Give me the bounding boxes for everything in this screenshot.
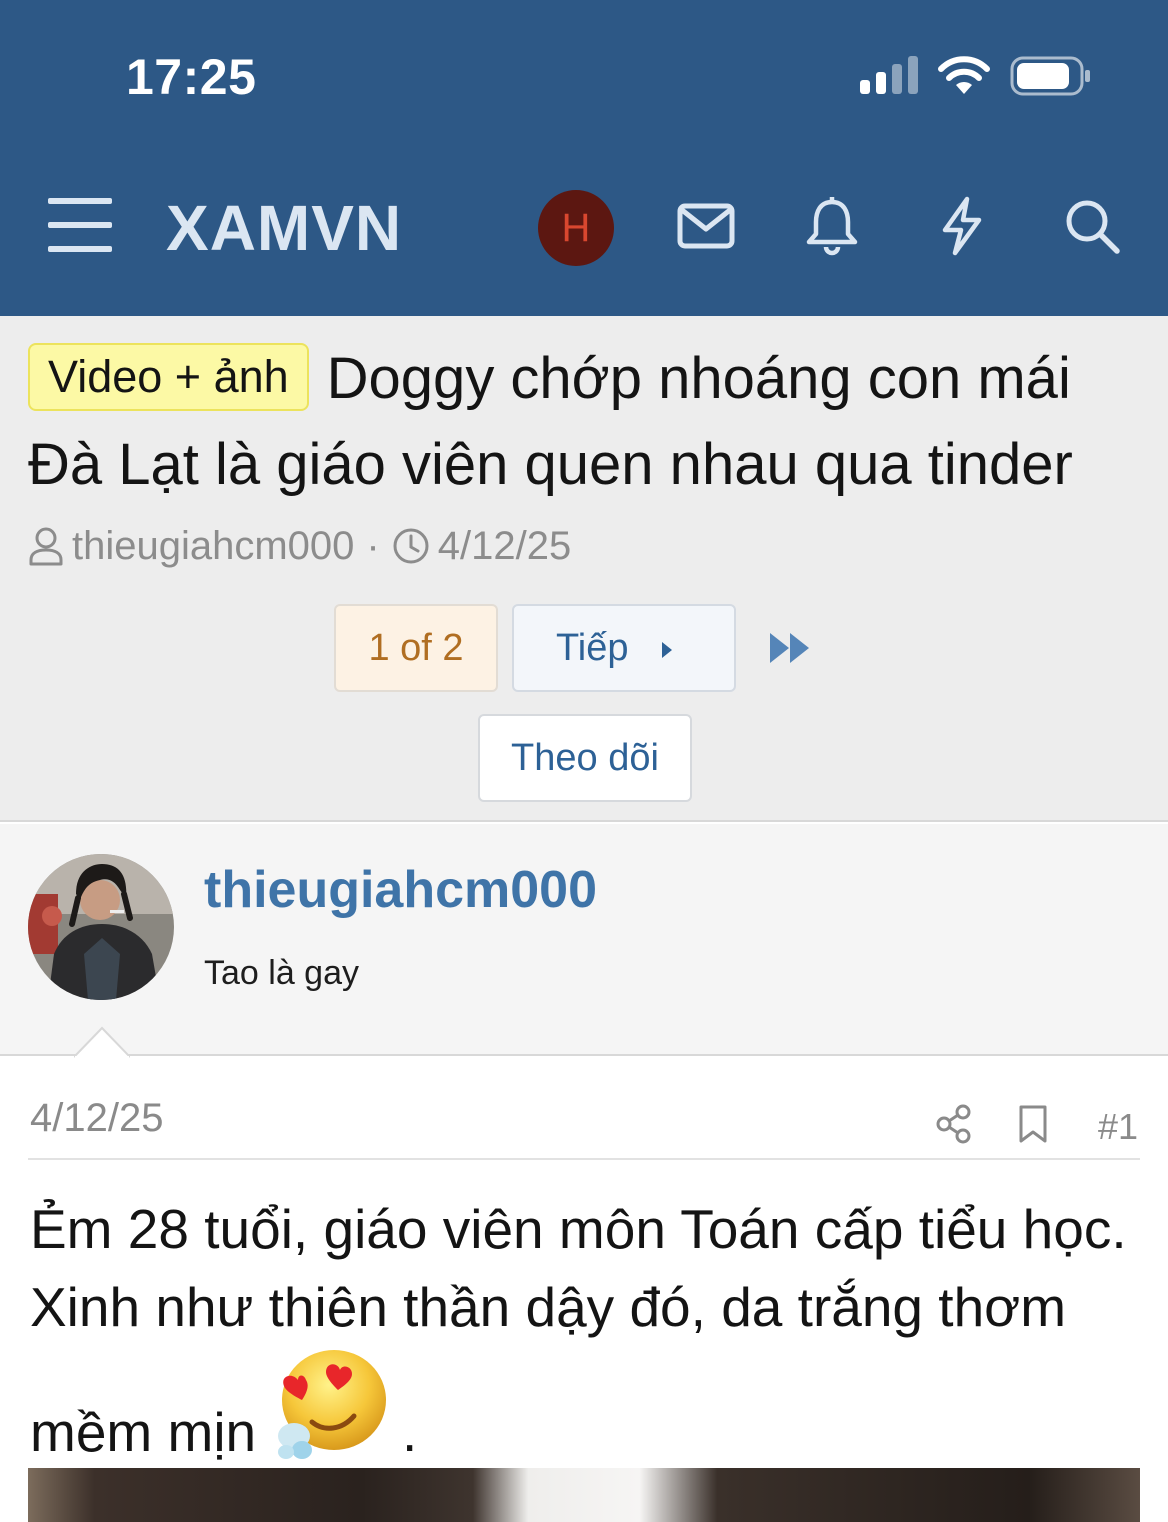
- thread-date[interactable]: 4/12/25: [438, 524, 571, 569]
- last-page-icon[interactable]: [768, 630, 812, 666]
- bookmark-icon[interactable]: [1018, 1104, 1048, 1149]
- thread-prefix-badge[interactable]: Video + ảnh: [28, 343, 309, 411]
- post-divider: [28, 1158, 1140, 1160]
- heart-eyes-drooling-emoji: [278, 1350, 386, 1459]
- thread-title: Video + ảnh Doggy chớp nhoáng con mái Đà …: [28, 336, 1148, 508]
- user-avatar[interactable]: [28, 854, 174, 1000]
- status-icons: [858, 52, 1092, 100]
- status-time: 17:25: [126, 49, 257, 105]
- thread-meta: thieugiahcm000 · 4/12/25: [28, 522, 571, 570]
- battery-icon: [1010, 56, 1090, 96]
- site-logo[interactable]: XAMVN: [166, 192, 402, 264]
- post-number[interactable]: #1: [1098, 1106, 1138, 1148]
- cellular-signal-icon: [860, 56, 918, 94]
- post-date[interactable]: 4/12/25: [30, 1096, 163, 1141]
- share-icon[interactable]: [936, 1104, 972, 1149]
- post-user-block: thieugiahcm000 Tao là gay: [0, 824, 1168, 1056]
- post-image[interactable]: [28, 1468, 1140, 1522]
- lightning-icon[interactable]: [932, 196, 992, 256]
- mail-icon[interactable]: [676, 196, 736, 256]
- follow-button[interactable]: Theo dõi: [478, 714, 692, 802]
- clock-icon: [393, 528, 429, 564]
- post-text-end: .: [402, 1401, 418, 1463]
- next-page-button[interactable]: Tiếp: [512, 604, 736, 692]
- caret-right-icon: [662, 642, 672, 658]
- menu-icon[interactable]: [48, 196, 114, 254]
- search-icon[interactable]: [1062, 196, 1122, 256]
- account-avatar[interactable]: H: [538, 190, 614, 266]
- next-page-label: Tiếp: [556, 627, 629, 669]
- thread-author[interactable]: thieugiahcm000: [72, 524, 354, 569]
- thread-header: Video + ảnh Doggy chớp nhoáng con mái Đà …: [0, 316, 1168, 822]
- message-arrow: [74, 1026, 130, 1058]
- wifi-icon: [938, 56, 990, 94]
- post-text-line: mềm mịn: [30, 1401, 257, 1463]
- current-page-button[interactable]: 1 of 2: [334, 604, 498, 692]
- user-icon: [29, 527, 63, 566]
- post-text-line: Xinh như thiên thần dậy đó, da trắng thơ…: [30, 1276, 1067, 1338]
- post-text-line: Ẻm 28 tuổi, giáo viên môn Toán cấp tiểu …: [30, 1198, 1127, 1260]
- bell-icon[interactable]: [802, 196, 862, 256]
- post-username[interactable]: thieugiahcm000: [204, 860, 597, 920]
- user-title: Tao là gay: [204, 954, 359, 992]
- meta-separator: ·: [366, 523, 380, 568]
- post-body: Ẻm 28 tuổi, giáo viên môn Toán cấp tiểu …: [30, 1190, 1140, 1346]
- app-header: 17:25 XAMVN H: [0, 0, 1168, 316]
